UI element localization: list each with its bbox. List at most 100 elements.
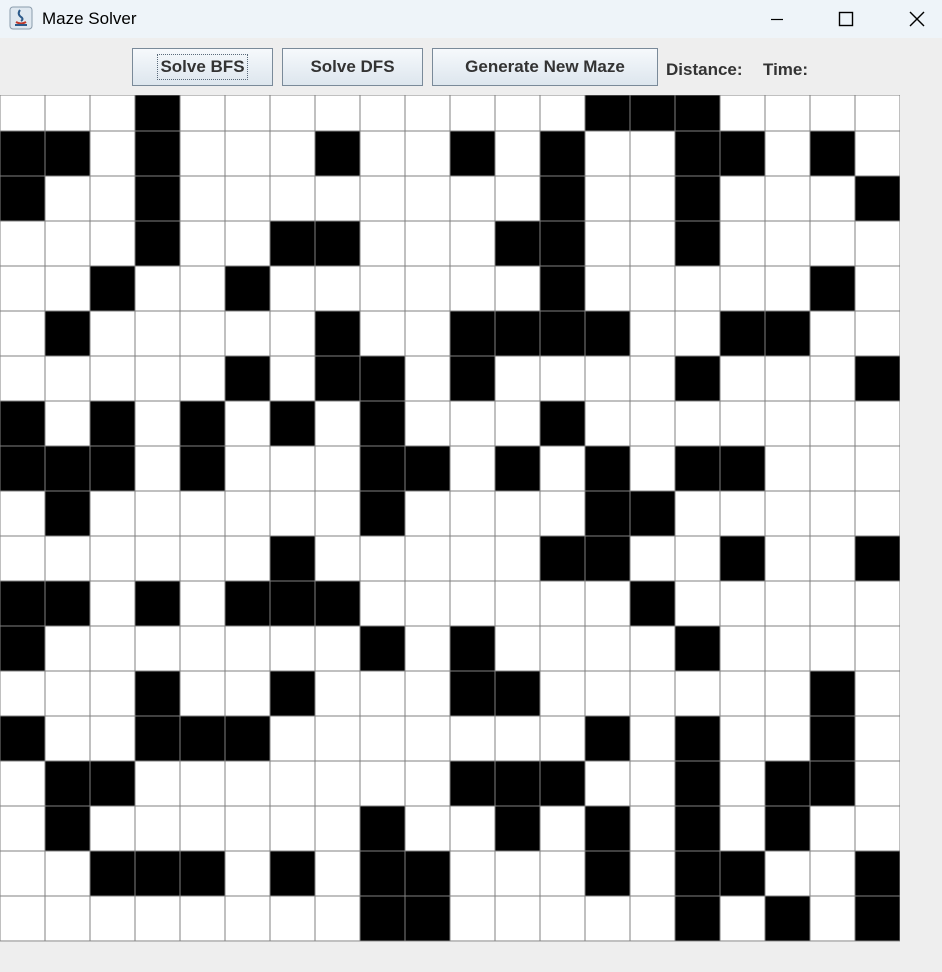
maze-open-cell [0, 895, 46, 942]
maze-open-cell [584, 670, 631, 717]
maze-wall-cell [0, 625, 46, 672]
maze-open-cell [179, 580, 226, 627]
maze-wall-cell [719, 445, 766, 492]
title-bar: Maze Solver [0, 0, 942, 38]
solve-bfs-button[interactable]: Solve BFS [132, 48, 273, 86]
solve-dfs-label: Solve DFS [310, 57, 395, 76]
maze-open-cell [44, 175, 91, 222]
maze-open-cell [539, 715, 586, 762]
maze-wall-cell [674, 625, 721, 672]
maze-open-cell [179, 760, 226, 807]
maze-open-cell [404, 760, 451, 807]
maze-wall-cell [854, 850, 900, 897]
maze-open-cell [359, 130, 406, 177]
maze-open-cell [404, 535, 451, 582]
maze-open-cell [0, 265, 46, 312]
maze-open-cell [224, 400, 271, 447]
maze-open-cell [764, 175, 811, 222]
maze-open-cell [854, 625, 900, 672]
maze-wall-cell [584, 490, 631, 537]
close-button[interactable] [894, 0, 940, 38]
maze-open-cell [179, 625, 226, 672]
maze-wall-cell [179, 445, 226, 492]
maze-open-cell [404, 265, 451, 312]
maze-wall-cell [359, 400, 406, 447]
maze-open-cell [629, 355, 676, 402]
maze-open-cell [494, 895, 541, 942]
maze-open-cell [179, 310, 226, 357]
maze-wall-cell [134, 670, 181, 717]
maze-open-cell [314, 715, 361, 762]
maze-open-cell [179, 535, 226, 582]
maze-wall-cell [359, 805, 406, 852]
maze-open-cell [809, 220, 856, 267]
maze-open-cell [0, 535, 46, 582]
maze-open-cell [854, 580, 900, 627]
maze-open-cell [0, 355, 46, 402]
maximize-button[interactable] [823, 0, 869, 38]
maze-open-cell [404, 670, 451, 717]
maze-wall-cell [674, 895, 721, 942]
minimize-button[interactable] [754, 0, 800, 38]
maze-open-cell [719, 625, 766, 672]
maze-open-cell [359, 580, 406, 627]
maze-open-cell [494, 95, 541, 132]
maze-open-cell [629, 130, 676, 177]
maze-open-cell [584, 175, 631, 222]
maze-open-cell [764, 535, 811, 582]
maze-open-cell [134, 625, 181, 672]
maze-open-cell [224, 895, 271, 942]
maze-wall-cell [449, 625, 496, 672]
maze-open-cell [224, 175, 271, 222]
maze-open-cell [269, 760, 316, 807]
maze-open-cell [764, 490, 811, 537]
distance-label: Distance: [666, 60, 743, 79]
maze-open-cell [314, 895, 361, 942]
maze-grid [0, 95, 900, 942]
java-app-icon [9, 6, 33, 30]
maze-open-cell [404, 130, 451, 177]
maze-wall-cell [404, 850, 451, 897]
maze-open-cell [494, 850, 541, 897]
maze-wall-cell [44, 130, 91, 177]
time-label: Time: [763, 60, 809, 79]
maze-wall-cell [404, 445, 451, 492]
maze-wall-cell [0, 715, 46, 762]
maze-open-cell [44, 895, 91, 942]
maze-open-cell [404, 310, 451, 357]
maze-open-cell [89, 220, 136, 267]
maze-wall-cell [269, 535, 316, 582]
maze-wall-cell [674, 220, 721, 267]
maze-open-cell [179, 95, 226, 132]
maze-wall-cell [809, 670, 856, 717]
maze-open-cell [269, 175, 316, 222]
maze-wall-cell [719, 535, 766, 582]
maze-wall-cell [449, 130, 496, 177]
maze-open-cell [854, 310, 900, 357]
maze-open-cell [179, 265, 226, 312]
maze-wall-cell [269, 400, 316, 447]
maze-open-cell [224, 220, 271, 267]
maze-wall-cell [539, 265, 586, 312]
maze-wall-cell [359, 445, 406, 492]
maze-open-cell [44, 220, 91, 267]
maze-open-cell [809, 95, 856, 132]
maze-open-cell [629, 625, 676, 672]
maze-open-cell [134, 310, 181, 357]
maze-open-cell [764, 130, 811, 177]
maze-wall-cell [494, 310, 541, 357]
maze-wall-cell [449, 760, 496, 807]
generate-maze-button[interactable]: Generate New Maze [432, 48, 658, 86]
maze-open-cell [0, 760, 46, 807]
maze-open-cell [629, 400, 676, 447]
maze-open-cell [224, 760, 271, 807]
maze-wall-cell [719, 310, 766, 357]
maze-open-cell [134, 445, 181, 492]
maze-open-cell [359, 265, 406, 312]
maze-wall-cell [359, 490, 406, 537]
maze-open-cell [404, 715, 451, 762]
maze-wall-cell [44, 760, 91, 807]
maze-open-cell [719, 95, 766, 132]
solve-dfs-button[interactable]: Solve DFS [282, 48, 423, 86]
maze-open-cell [314, 535, 361, 582]
